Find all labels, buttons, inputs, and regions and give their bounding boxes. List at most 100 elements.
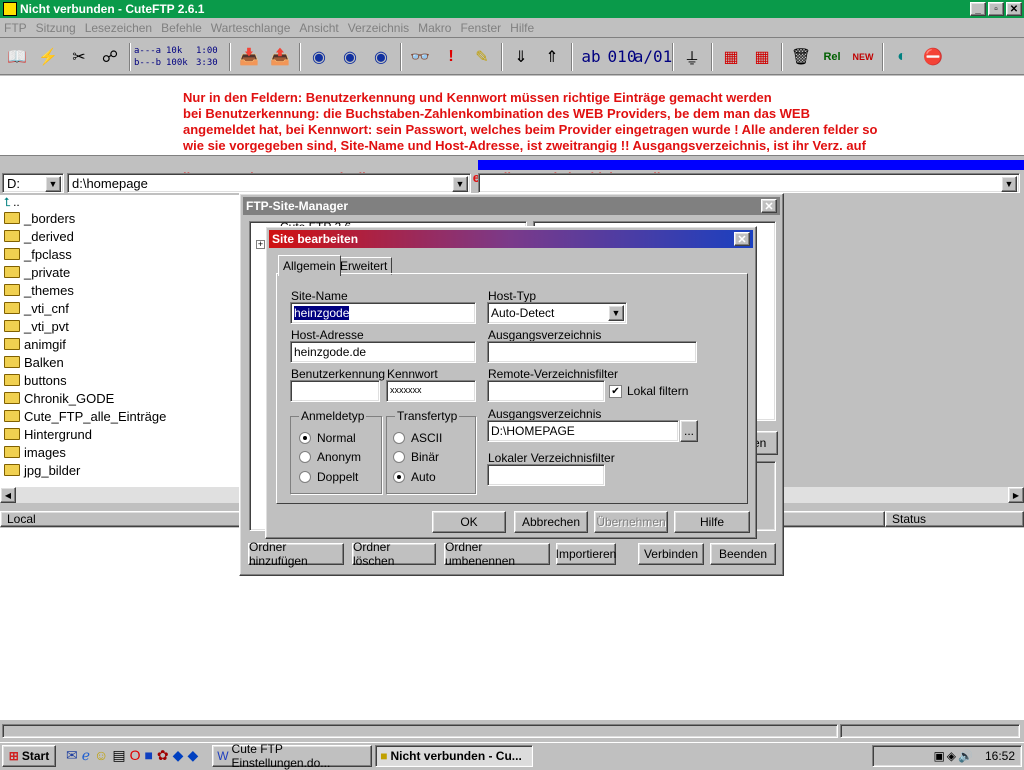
menu-warteschlange[interactable]: Warteschlange <box>211 21 291 35</box>
upload-icon[interactable]: 📤 <box>265 42 295 72</box>
close-icon[interactable]: ✕ <box>761 199 777 213</box>
grid-icon[interactable]: ▦ <box>716 42 746 72</box>
rel-icon[interactable]: Rel <box>817 42 847 72</box>
rename-010-icon[interactable]: 010 <box>607 42 637 72</box>
time-1-label[interactable]: 1:00 <box>196 45 226 57</box>
transfer-ascii-radio[interactable]: ASCII <box>393 431 442 445</box>
rename-folder-button[interactable]: Ordner umbenennen <box>444 540 550 568</box>
menu-makro[interactable]: Makro <box>418 21 451 35</box>
scroll-right-icon[interactable]: ▶ <box>1008 487 1024 503</box>
exclamation-icon[interactable]: ! <box>436 42 466 72</box>
tree-expand-icon[interactable]: + <box>256 240 265 249</box>
sort-down-icon[interactable]: ⇓ <box>506 42 536 72</box>
sort-up-icon[interactable]: ⇑ <box>537 42 567 72</box>
host-address-field[interactable]: heinzgode.de <box>290 341 476 363</box>
transfer-mode-group[interactable]: a---a 10k 1:00 b---b 100k 3:30 <box>134 45 226 69</box>
exit-button[interactable]: Beenden <box>710 543 776 565</box>
scroll-left-icon[interactable]: ◀ <box>0 487 16 503</box>
stop-transfer-icon[interactable]: ◉ <box>335 42 365 72</box>
help-icon[interactable]: ◐ <box>887 42 917 72</box>
delete-folder-button[interactable]: Ordner löschen <box>352 540 436 568</box>
local-dir-filter-field[interactable] <box>487 464 605 486</box>
stop-icon[interactable]: ⛔ <box>918 42 948 72</box>
host-type-select[interactable]: Auto-Detect ▼ <box>487 302 627 324</box>
cuteftp-app-icon[interactable] <box>3 2 17 16</box>
quick-launch-icon[interactable]: ✿ <box>157 747 169 764</box>
time-2-label[interactable]: 3:30 <box>196 57 226 69</box>
disconnect-icon[interactable]: ✂ <box>64 42 94 72</box>
remote-filter-field[interactable] <box>487 380 605 402</box>
local-filter-checkbox[interactable]: ✔ Lokal filtern <box>609 384 688 398</box>
maximize-button[interactable]: ▫ <box>988 2 1004 16</box>
chevron-down-icon[interactable]: ▼ <box>45 176 61 192</box>
apply-button[interactable]: Übernehmen <box>594 511 668 533</box>
download-icon[interactable]: 📥 <box>234 42 264 72</box>
queue-icon[interactable]: ◉ <box>366 42 396 72</box>
filter-icon[interactable]: ⏚ <box>677 42 707 72</box>
binary-mode-label[interactable]: b---b <box>134 57 166 69</box>
quick-launch-icon[interactable]: ☺ <box>94 747 108 764</box>
close-icon[interactable]: ✕ <box>734 232 750 246</box>
quick-launch-icon[interactable]: ▤ <box>112 747 125 764</box>
local-path-combo[interactable]: d:\homepage ▼ <box>67 173 471 193</box>
transfer-binary-radio[interactable]: Binär <box>393 450 439 464</box>
menu-verzeichnis[interactable]: Verzeichnis <box>348 21 409 35</box>
edit-icon[interactable]: ✎ <box>467 42 497 72</box>
reconnect-icon[interactable]: ☍ <box>95 42 125 72</box>
quick-launch-icon[interactable]: ■ <box>144 747 152 764</box>
chevron-down-icon[interactable]: ▼ <box>452 176 468 192</box>
password-field[interactable]: xxxxxxx <box>386 380 476 402</box>
quick-launch-icon[interactable]: ◆ <box>187 747 198 764</box>
opera-icon[interactable]: O <box>130 747 141 764</box>
rename-ab-icon[interactable]: ab <box>576 42 606 72</box>
ok-button[interactable]: OK <box>432 511 506 533</box>
tray-icons[interactable]: ▣◈🔊 <box>933 749 975 763</box>
browse-button[interactable]: ... <box>680 420 698 442</box>
new-icon[interactable]: NEW <box>848 42 878 72</box>
menu-sitzung[interactable]: Sitzung <box>36 21 76 35</box>
menu-lesezeichen[interactable]: Lesezeichen <box>85 21 152 35</box>
task-cuteftp[interactable]: ■ Nicht verbunden - Cu... <box>375 744 534 767</box>
login-anonymous-radio[interactable]: Anonym <box>299 450 361 464</box>
start-button[interactable]: ⊞ Start <box>2 744 56 767</box>
login-double-radio[interactable]: Doppelt <box>299 470 358 484</box>
add-folder-button[interactable]: Ordner hinzufügen <box>248 540 344 568</box>
drive-select[interactable]: D: ▼ <box>2 173 64 193</box>
ascii-mode-label[interactable]: a---a <box>134 45 166 57</box>
speed-100k-label[interactable]: 100k <box>166 57 196 69</box>
task-word-doc[interactable]: W Cute FTP Einstellungen.do... <box>212 742 373 770</box>
menu-ftp[interactable]: FTP <box>4 21 27 35</box>
menu-befehle[interactable]: Befehle <box>161 21 202 35</box>
view-icon[interactable]: 👓 <box>405 42 435 72</box>
tab-general[interactable]: Allgemein <box>278 255 341 276</box>
grid2-icon[interactable]: ▦ <box>747 42 777 72</box>
user-id-field[interactable] <box>290 380 380 402</box>
close-button[interactable]: ✕ <box>1006 2 1022 16</box>
chevron-down-icon[interactable]: ▼ <box>608 305 624 321</box>
minimize-button[interactable]: _ <box>970 2 986 16</box>
site-name-field[interactable]: heinzgode <box>290 302 476 324</box>
connect-button[interactable]: Verbinden <box>638 543 704 565</box>
quick-connect-icon[interactable]: ⚡ <box>33 42 63 72</box>
menu-ansicht[interactable]: Ansicht <box>299 21 338 35</box>
delete-icon[interactable]: 🗑 <box>786 42 816 72</box>
chevron-down-icon[interactable]: ▼ <box>1001 176 1017 192</box>
transfer-auto-radio[interactable]: Auto <box>393 470 436 484</box>
queue-col-status[interactable]: Status <box>885 511 1024 527</box>
local-dir-field[interactable]: D:\HOMEPAGE <box>487 420 679 442</box>
quick-launch-icon[interactable]: ✉ <box>66 747 78 764</box>
menu-fenster[interactable]: Fenster <box>460 21 501 35</box>
ie-icon[interactable]: ℯ <box>82 747 90 764</box>
rename-a01-icon[interactable]: a/01 <box>634 42 673 72</box>
start-dir-field[interactable] <box>487 341 697 363</box>
login-normal-radio[interactable]: Normal <box>299 431 356 445</box>
menu-hilfe[interactable]: Hilfe <box>510 21 534 35</box>
quick-launch-icon[interactable]: ◆ <box>173 747 184 764</box>
help-button[interactable]: Hilfe <box>674 511 750 533</box>
remote-path-combo[interactable]: ▼ <box>478 173 1020 193</box>
cancel-button[interactable]: Abbrechen <box>514 511 588 533</box>
import-button[interactable]: Importieren <box>556 543 616 565</box>
refresh-icon[interactable]: ◉ <box>304 42 334 72</box>
site-manager-icon[interactable]: 📖 <box>2 42 32 72</box>
speed-10k-label[interactable]: 10k <box>166 45 196 57</box>
